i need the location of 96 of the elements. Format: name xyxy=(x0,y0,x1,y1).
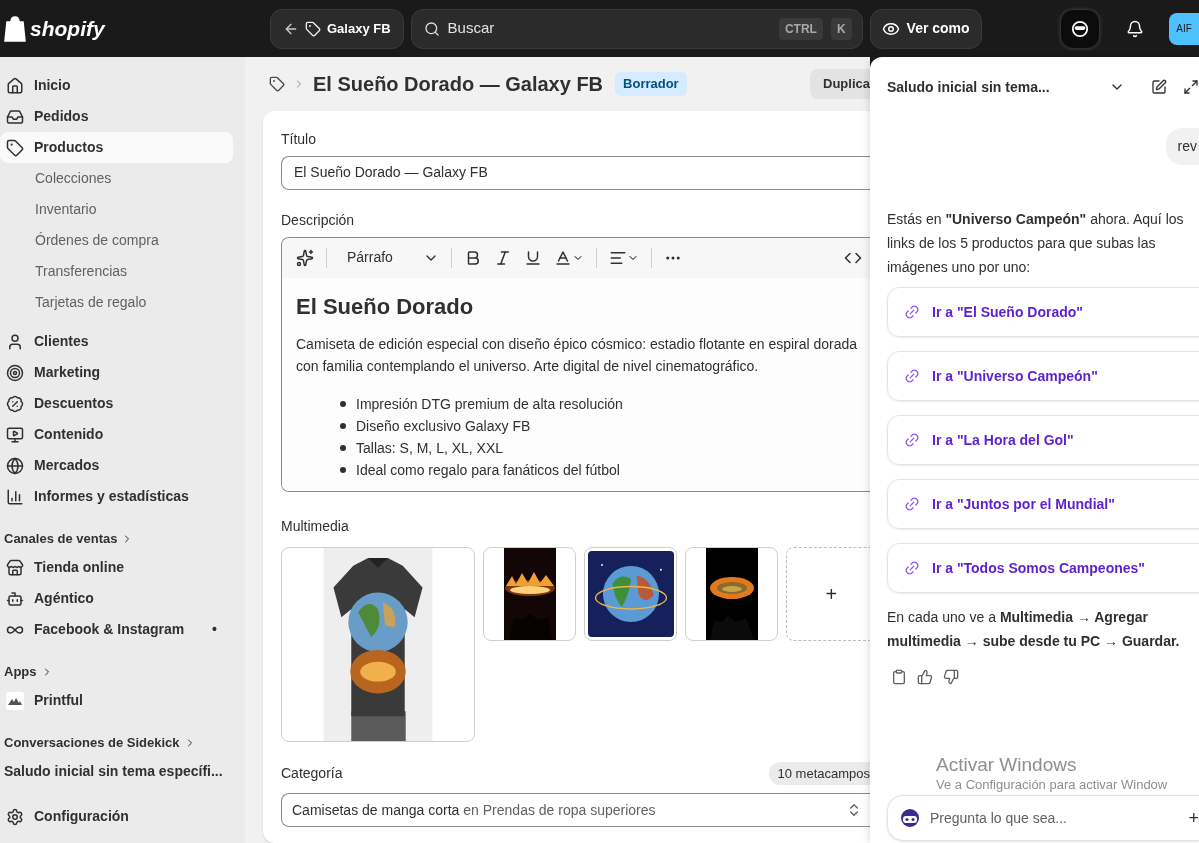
sidebar-subitem[interactable]: Inventario xyxy=(0,194,245,225)
notice-title: Activar Windows xyxy=(936,755,1078,774)
title-field[interactable]: El Sueño Dorado — Galaxy FB xyxy=(281,155,870,190)
bullet-text: Impresión DTG premium de alta resolución xyxy=(356,394,623,414)
text-color-icon[interactable] xyxy=(554,248,584,267)
sidebar-item[interactable]: Productos xyxy=(0,132,233,163)
monitor-icon xyxy=(6,425,24,444)
home-icon xyxy=(6,76,24,95)
sidebar-item[interactable]: Contenido xyxy=(0,419,233,450)
chat-input[interactable]: Pregunta lo que sea... + xyxy=(887,795,1199,841)
product-link[interactable]: Ir a "Universo Campeón" xyxy=(887,351,1199,401)
product-link[interactable]: Ir a "Juntos por el Mundial" xyxy=(887,479,1199,529)
tag-icon xyxy=(6,138,24,157)
percent-badge-icon xyxy=(6,394,24,413)
thumbs-down-icon[interactable] xyxy=(943,669,959,685)
section-heading[interactable]: Conversaciones de Sidekick xyxy=(0,730,245,756)
inbox-icon xyxy=(6,107,24,126)
notice-text: Ve a Configuración para activar Window xyxy=(936,778,1168,791)
sidebar-item[interactable]: Pedidos xyxy=(0,101,233,132)
assistant-message: Estás en "Universo Campeón" ahora. Aquí los links de los 5 productos para que subas las imágenes uno por uno: xyxy=(887,210,1185,277)
bullet-icon xyxy=(340,400,346,407)
bell-icon[interactable] xyxy=(1126,19,1144,38)
sidebar-item[interactable]: Mercados xyxy=(0,450,233,481)
media-thumbnail[interactable] xyxy=(685,546,779,641)
sidebar-item[interactable]: Configuración xyxy=(0,801,245,832)
italic-icon[interactable] xyxy=(494,248,512,267)
thumbs-up-icon[interactable] xyxy=(917,669,933,685)
media-thumbnail[interactable] xyxy=(281,546,476,742)
field-label: Categoría xyxy=(281,763,343,783)
tag-icon xyxy=(305,20,321,37)
store-icon xyxy=(6,558,24,577)
description-heading: El Sueño Dorado xyxy=(296,292,475,321)
sidebar-item[interactable]: Inicio xyxy=(0,70,233,101)
sidebar-item[interactable]: Facebook & Instagram • xyxy=(0,614,233,645)
sidebar-subitem[interactable]: Órdenes de compra xyxy=(0,225,245,256)
expand-icon[interactable] xyxy=(1183,79,1199,95)
description-paragraph: Camiseta de edición especial con diseño épico cósmico: estadio flotante en espiral dorada con familia contemplando el universo. Arte digital de nivel cinematográfico. xyxy=(296,334,859,376)
section-heading[interactable]: Apps xyxy=(0,659,245,685)
search-field[interactable]: Buscar CTRL K xyxy=(410,8,863,49)
sidebar-item[interactable]: Marketing xyxy=(0,357,233,388)
duplicate-button[interactable]: Duplica xyxy=(810,68,870,99)
chat-title: Saludo inicial sin tema... xyxy=(887,77,1051,97)
bullet-text: Ideal como regalo para fanáticos del fútbol xyxy=(356,460,620,480)
page-title: El Sueño Dorado — Galaxy FB xyxy=(313,71,604,97)
sidebar-item[interactable]: Descuentos xyxy=(0,388,233,419)
sidekick-button[interactable] xyxy=(1061,9,1099,48)
globe-icon xyxy=(6,456,24,475)
sidebar-item[interactable]: Tienda online xyxy=(0,552,233,583)
description-editor[interactable] xyxy=(281,236,870,492)
sidebar-subitem[interactable]: Colecciones xyxy=(0,163,245,194)
bullet-icon xyxy=(340,466,346,473)
section-heading[interactable]: Canales de ventas xyxy=(0,526,245,552)
sidebar-item[interactable]: Clientes xyxy=(0,326,233,357)
field-label: Descripción xyxy=(281,210,356,230)
add-button[interactable]: + xyxy=(1188,804,1199,832)
avatar[interactable]: AIF xyxy=(1169,12,1199,45)
category-select[interactable]: Camisetas de manga corta en Prendas de ropa superiores xyxy=(281,793,870,827)
product-link[interactable]: Ir a "El Sueño Dorado" xyxy=(887,287,1199,337)
underline-icon[interactable] xyxy=(524,248,542,267)
bullet-icon xyxy=(340,422,346,429)
sidebar-subitem[interactable]: Tarjetas de regalo xyxy=(0,287,245,318)
format-dropdown[interactable]: Párrafo xyxy=(339,247,439,268)
sidebar-item[interactable]: Informes y estadísticas xyxy=(0,481,233,512)
bar-chart-icon xyxy=(6,487,24,506)
field-label: Multimedia xyxy=(281,516,350,536)
sidebar-item[interactable]: Printful xyxy=(0,685,233,716)
assistant-message: En cada uno ve a Multimedia → Agregar multimedia → sube desde tu PC → Guardar. xyxy=(887,608,1181,651)
bullet-text: Diseño exclusivo Galaxy FB xyxy=(356,416,531,436)
product-link[interactable]: Ir a "La Hora del Gol" xyxy=(887,415,1199,465)
status-badge: Borrador xyxy=(615,72,687,96)
metafields-badge[interactable]: 10 metacampos xyxy=(768,761,870,785)
product-link[interactable]: Ir a "Todos Somos Campeones" xyxy=(887,543,1199,593)
media-thumbnail[interactable] xyxy=(483,546,577,641)
shortcut-key: CTRL xyxy=(778,17,823,40)
field-label: Título xyxy=(281,129,317,149)
search-icon xyxy=(423,20,440,37)
shopify-logo[interactable]: shopify xyxy=(4,12,270,45)
shopping-bag-icon xyxy=(4,15,26,42)
bullet-icon xyxy=(340,444,346,451)
view-as-button[interactable]: Ver como xyxy=(869,8,982,49)
sparkle-icon[interactable] xyxy=(296,248,314,267)
settings-icon xyxy=(6,807,24,826)
sidebar-subitem[interactable]: Transferencias xyxy=(0,256,245,287)
mountain-logo-icon xyxy=(6,691,24,710)
user-message: rev xyxy=(1165,128,1199,165)
robot-icon xyxy=(6,589,24,608)
sidebar-item[interactable]: Agéntico xyxy=(0,583,233,614)
back-button[interactable]: Galaxy FB xyxy=(270,8,404,49)
target-icon xyxy=(6,363,24,382)
copy-icon[interactable] xyxy=(891,669,907,685)
new-chat-icon[interactable] xyxy=(1151,79,1167,95)
conversation-item[interactable]: Saludo inicial sin tema específi... xyxy=(0,756,245,787)
tag-icon[interactable] xyxy=(269,75,285,92)
person-icon xyxy=(6,332,24,351)
bullet-text: Tallas: S, M, L, XL, XXL xyxy=(356,438,504,458)
shortcut-key: K xyxy=(830,17,852,40)
